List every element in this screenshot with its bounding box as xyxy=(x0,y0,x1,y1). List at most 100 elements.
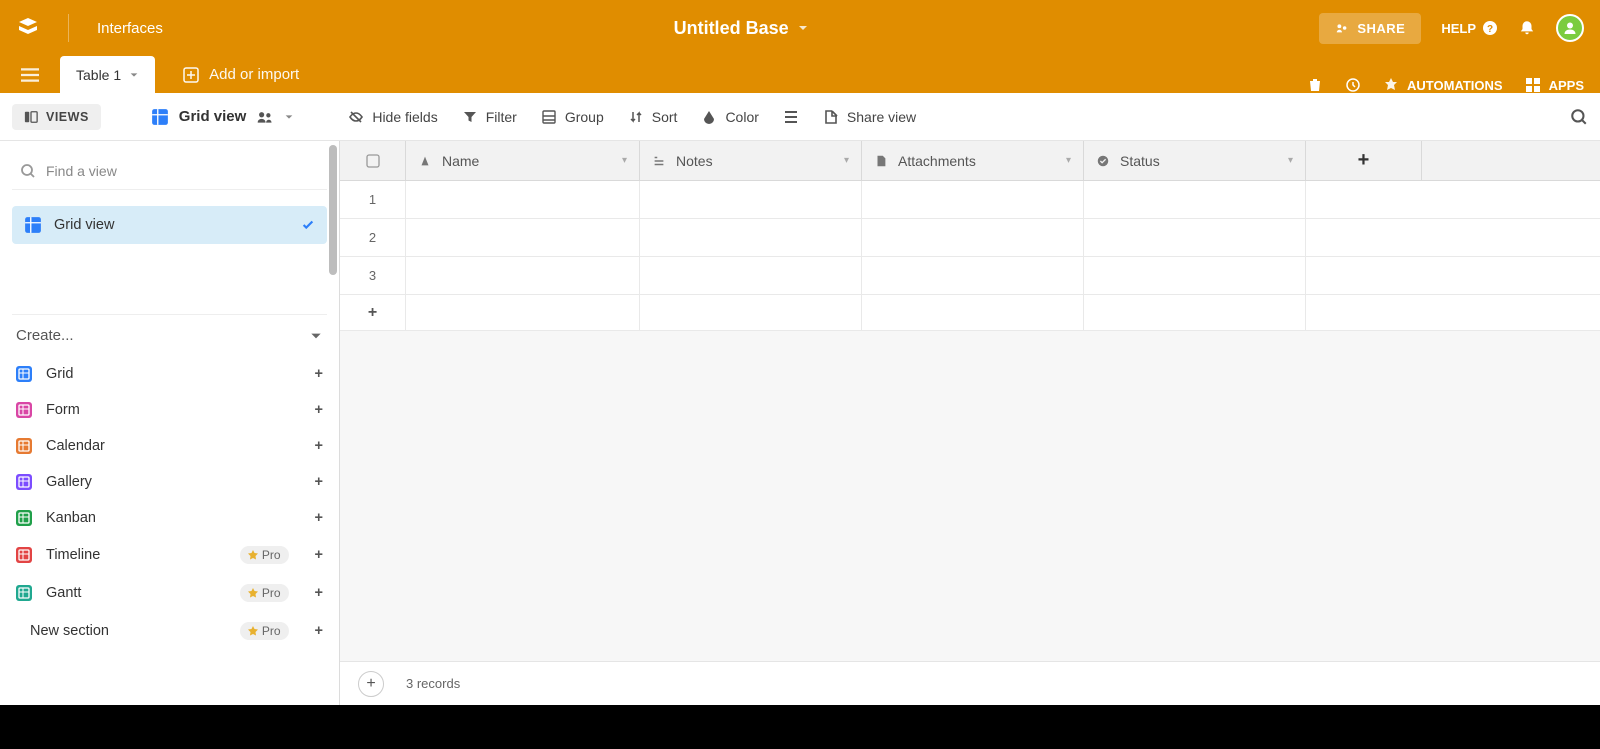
plus-icon[interactable]: + xyxy=(315,547,323,563)
share-view-button[interactable]: Share view xyxy=(823,109,916,125)
pro-badge: Pro xyxy=(240,622,289,640)
pro-badge: Pro xyxy=(240,546,289,564)
create-section-header[interactable]: Create... xyxy=(12,314,327,356)
column-header-attachments[interactable]: Attachments ▾ xyxy=(862,141,1084,180)
app-logo-icon[interactable] xyxy=(16,16,40,40)
cell[interactable] xyxy=(862,257,1084,294)
plus-icon[interactable]: + xyxy=(315,623,323,639)
create-item-label: Calendar xyxy=(46,438,105,454)
form-icon xyxy=(16,402,32,418)
chevron-down-icon[interactable]: ▾ xyxy=(1288,155,1293,166)
cell[interactable] xyxy=(862,219,1084,256)
create-view-form[interactable]: Form + xyxy=(12,392,327,428)
create-view-calendar[interactable]: Calendar + xyxy=(12,428,327,464)
color-button[interactable]: Color xyxy=(701,109,758,125)
apps-button[interactable]: APPS xyxy=(1525,77,1584,93)
user-avatar[interactable] xyxy=(1556,14,1584,42)
chevron-down-icon[interactable] xyxy=(284,112,294,122)
add-row-button[interactable]: + xyxy=(358,671,384,697)
cell[interactable] xyxy=(406,257,640,294)
people-icon xyxy=(256,108,274,126)
plus-icon[interactable]: + xyxy=(315,585,323,601)
cell[interactable] xyxy=(640,181,862,218)
create-item-label: Kanban xyxy=(46,510,96,526)
plus-icon[interactable]: + xyxy=(315,438,323,454)
column-header-notes[interactable]: Notes ▾ xyxy=(640,141,862,180)
table-tab[interactable]: Table 1 xyxy=(60,56,155,93)
create-view-gantt[interactable]: Gantt Pro + xyxy=(12,574,327,612)
current-view-name[interactable]: Grid view xyxy=(125,108,295,126)
create-item-label: Form xyxy=(46,402,80,418)
chevron-down-icon[interactable]: ▾ xyxy=(622,155,627,166)
chevron-down-icon xyxy=(309,329,323,343)
svg-text:?: ? xyxy=(1487,24,1493,35)
cell[interactable] xyxy=(640,257,862,294)
plus-icon[interactable]: + xyxy=(315,402,323,418)
table-row[interactable]: 3 xyxy=(340,257,1600,295)
column-header-status[interactable]: Status ▾ xyxy=(1084,141,1306,180)
cell[interactable] xyxy=(1084,257,1306,294)
chevron-down-icon[interactable] xyxy=(797,22,809,34)
row-number: 3 xyxy=(340,257,406,294)
add-field-button[interactable]: + xyxy=(1306,141,1422,180)
bell-icon[interactable] xyxy=(1518,19,1536,37)
views-toggle[interactable]: VIEWS xyxy=(12,104,101,130)
interfaces-link[interactable]: Interfaces xyxy=(97,20,163,37)
plus-icon[interactable]: + xyxy=(315,474,323,490)
add-or-import-button[interactable]: Add or import xyxy=(171,66,311,83)
create-view-kanban[interactable]: Kanban + xyxy=(12,500,327,536)
trash-icon[interactable] xyxy=(1307,77,1323,93)
tab-label: Table 1 xyxy=(76,67,121,83)
history-icon[interactable] xyxy=(1345,77,1361,93)
cell[interactable] xyxy=(1084,219,1306,256)
search-icon[interactable] xyxy=(1570,108,1588,126)
divider xyxy=(68,14,69,42)
row-number: 2 xyxy=(340,219,406,256)
find-view-input[interactable]: Find a view xyxy=(12,153,327,190)
create-view-gallery[interactable]: Gallery + xyxy=(12,464,327,500)
share-button[interactable]: SHARE xyxy=(1319,13,1421,44)
record-count: 3 records xyxy=(406,676,460,691)
gallery-icon xyxy=(16,474,32,490)
calendar-icon xyxy=(16,438,32,454)
create-item-label: New section xyxy=(30,623,109,639)
kanban-icon xyxy=(16,510,32,526)
base-title[interactable]: Untitled Base xyxy=(674,18,789,39)
timeline-icon xyxy=(16,547,32,563)
sort-button[interactable]: Sort xyxy=(628,109,678,125)
sidebar-view-grid[interactable]: Grid view xyxy=(12,206,327,244)
menu-icon[interactable] xyxy=(16,61,44,89)
help-button[interactable]: HELP ? xyxy=(1441,20,1498,36)
chevron-down-icon[interactable]: ▾ xyxy=(1066,155,1071,166)
plus-icon[interactable]: + xyxy=(315,366,323,382)
table-row[interactable]: 1 xyxy=(340,181,1600,219)
add-row-inline[interactable]: + xyxy=(340,295,1600,331)
row-number: 1 xyxy=(340,181,406,218)
cell[interactable] xyxy=(1084,181,1306,218)
create-view-new-section[interactable]: New section Pro + xyxy=(0,612,327,650)
create-view-grid[interactable]: Grid+ xyxy=(12,356,327,392)
column-header-name[interactable]: Name ▾ xyxy=(406,141,640,180)
cell[interactable] xyxy=(862,181,1084,218)
gantt-icon xyxy=(16,585,32,601)
scrollbar-thumb[interactable] xyxy=(329,145,337,275)
filter-button[interactable]: Filter xyxy=(462,109,517,125)
create-item-label: Gallery xyxy=(46,474,92,490)
create-item-label: Gantt xyxy=(46,585,81,601)
automations-button[interactable]: AUTOMATIONS xyxy=(1383,77,1503,93)
hide-fields-button[interactable]: Hide fields xyxy=(348,109,437,125)
cell[interactable] xyxy=(406,219,640,256)
table-row[interactable]: 2 xyxy=(340,219,1600,257)
group-button[interactable]: Group xyxy=(541,109,604,125)
pro-badge: Pro xyxy=(240,584,289,602)
plus-icon[interactable]: + xyxy=(315,510,323,526)
create-view-timeline[interactable]: Timeline Pro + xyxy=(12,536,327,574)
cell[interactable] xyxy=(406,181,640,218)
row-height-button[interactable] xyxy=(783,109,799,125)
select-all-checkbox[interactable] xyxy=(340,141,406,180)
check-icon xyxy=(301,218,315,232)
cell[interactable] xyxy=(640,219,862,256)
create-item-label: Timeline xyxy=(46,547,100,563)
chevron-down-icon[interactable]: ▾ xyxy=(844,155,849,166)
share-label: SHARE xyxy=(1357,21,1405,36)
